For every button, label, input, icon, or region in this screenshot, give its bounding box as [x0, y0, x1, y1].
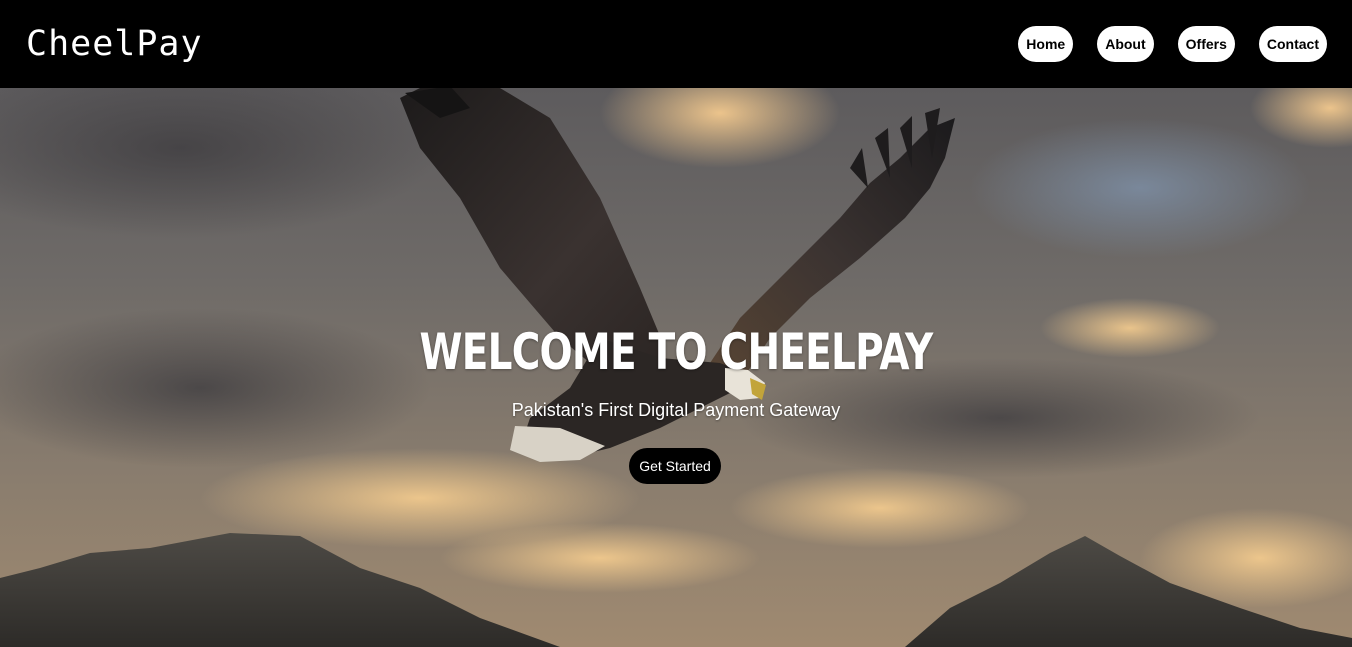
nav-links: Home About Offers Contact: [1018, 26, 1327, 62]
brand-logo[interactable]: CheelPay: [26, 22, 203, 66]
hero-subtitle: Pakistan's First Digital Payment Gateway: [511, 400, 841, 420]
hero-title: WELCOME TO CHEELPAY: [419, 323, 934, 381]
hero-content: WELCOME TO CHEELPAY Pakistan's First Dig…: [0, 88, 1352, 647]
get-started-button[interactable]: Get Started: [629, 448, 721, 484]
navbar: CheelPay Home About Offers Contact: [0, 0, 1352, 88]
nav-contact-button[interactable]: Contact: [1258, 26, 1327, 62]
nav-home-button[interactable]: Home: [1018, 26, 1074, 62]
nav-offers-button[interactable]: Offers: [1177, 26, 1235, 62]
nav-about-button[interactable]: About: [1097, 26, 1154, 62]
